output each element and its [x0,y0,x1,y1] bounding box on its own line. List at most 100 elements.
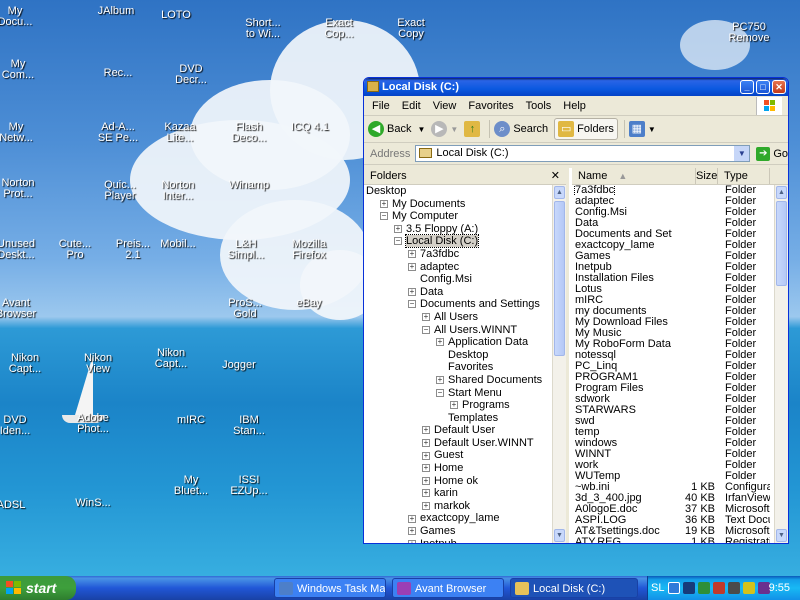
desktop-icon[interactable]: Kazaa Lite... [147,122,213,144]
language-indicator[interactable]: SL [651,576,664,600]
file-row[interactable]: Config.Msi Folder [572,207,774,218]
file-row[interactable]: Inetpub Folder [572,262,774,273]
desktop-icon[interactable]: ICQ 4.1 [277,122,343,133]
tree-item[interactable]: + Guest [364,449,552,462]
address-input[interactable]: Local Disk (C:) ▼ [415,145,751,162]
tree-item[interactable]: +7a3fdbc [364,248,552,261]
file-row[interactable]: My RoboForm Data Folder [572,339,774,350]
desktop-icon[interactable]: My Docu... [0,6,48,28]
tree-item[interactable]: Config.Msi [364,273,552,286]
tree-item[interactable]: − My Computer [364,210,552,223]
desktop-icon[interactable]: Exact Cop... [306,18,372,40]
scroll-down-icon[interactable]: ▼ [554,529,565,542]
start-button[interactable]: start [0,576,76,600]
desktop-icon[interactable]: Nikon View [65,353,131,375]
desktop-icon[interactable]: Adobe Phot... [60,413,126,435]
collapse-icon[interactable]: − [436,388,444,397]
expand-icon[interactable]: + [408,287,416,296]
expand-icon[interactable]: + [436,338,444,347]
file-row[interactable]: AT&Tsettings.doc 19 KB Microsoft W [572,526,774,537]
desktop-icon[interactable]: Avant Browser [0,298,49,320]
tree-item[interactable]: + karin [364,487,552,500]
file-row[interactable]: Games Folder [572,251,774,262]
tree-item[interactable]: + Shared Documents [364,374,552,387]
file-row[interactable]: Program Files Folder [572,383,774,394]
desktop-icon[interactable]: Exact Copy [378,18,444,40]
file-row[interactable]: mIRC Folder [572,295,774,306]
volume-icon[interactable] [728,582,740,594]
tree-item[interactable]: − Start Menu [364,387,552,400]
title-bar[interactable]: Local Disk (C:) _ □ ✕ [364,78,788,96]
collapse-icon[interactable]: − [380,212,388,221]
taskbar-button-local-disk[interactable]: Local Disk (C:) [510,578,638,598]
expand-icon[interactable]: + [422,313,430,322]
search-button[interactable]: ⌕ Search [494,121,548,137]
menu-help[interactable]: Help [563,100,586,112]
desktop-icon[interactable]: mIRC [158,415,224,426]
desktop-icon[interactable]: PC750 Remove [716,22,782,44]
file-row[interactable]: 3d_3_400.jpg 40 KB IrfanView JF [572,493,774,504]
tree-item[interactable]: Desktop [364,185,552,198]
desktop-icon[interactable]: Rec... [85,68,151,79]
desktop-icon[interactable]: Norton Prot... [0,178,51,200]
chevron-down-icon[interactable]: ▼ [417,125,425,134]
file-row[interactable]: Lotus Folder [572,284,774,295]
file-row[interactable]: STARWARS Folder [572,405,774,416]
tree-item[interactable]: +3.5 Floppy (A:) [364,223,552,236]
file-row[interactable]: swd Folder [572,416,774,427]
desktop-icon[interactable]: Nikon Capt... [138,348,204,370]
expand-icon[interactable]: + [408,514,416,523]
tree-item[interactable]: Templates [364,412,552,425]
expand-icon[interactable]: + [380,199,388,208]
file-row[interactable]: 7a3fdbc Folder [572,185,774,196]
file-row[interactable]: exactcopy_lame Folder [572,240,774,251]
file-row[interactable]: Documents and Settings Folder [572,229,774,240]
expand-icon[interactable]: + [422,451,430,460]
file-row[interactable]: work Folder [572,460,774,471]
tree-item[interactable]: + Programs [364,399,552,412]
desktop-icon[interactable]: ProS... Gold [212,298,278,320]
desktop-icon[interactable]: LOTO [143,10,209,21]
close-button[interactable]: ✕ [772,80,786,94]
network-icon[interactable] [668,582,680,594]
tree-item[interactable]: − Documents and Settings [364,298,552,311]
tree-item[interactable]: + All Users [364,311,552,324]
expand-icon[interactable]: + [422,426,430,435]
desktop-icon[interactable]: My Com... [0,59,51,81]
tree-item[interactable]: − All Users.WINNT [364,324,552,337]
tree-item[interactable]: + Home ok [364,475,552,488]
desktop-icon[interactable]: Flash Deco... [216,122,282,144]
collapse-icon[interactable]: − [394,237,402,246]
expand-icon[interactable]: + [408,250,416,259]
desktop-icon[interactable]: Norton Inter... [145,180,211,202]
expand-icon[interactable]: + [422,438,430,447]
folder-tree-scrollbar[interactable]: ▲ ▼ [552,185,566,543]
desktop-icon[interactable]: Cute... Pro [42,239,108,261]
minimize-button[interactable]: _ [740,80,754,94]
tree-item[interactable]: + Inetpub [364,538,552,543]
expand-icon[interactable]: + [408,262,416,271]
chevron-down-icon[interactable]: ▼ [734,146,750,161]
desktop-icon[interactable]: My Bluet... [158,475,224,497]
taskbar-button-task-manager[interactable]: Windows Task Mana... [274,578,386,598]
desktop-icon[interactable]: WinS... [60,498,126,509]
desktop-icon[interactable]: ISSI EZUp... [216,475,282,497]
views-button[interactable]: ▦ ▼ [628,121,656,137]
expand-icon[interactable]: + [422,476,430,485]
file-row[interactable]: adaptec Folder [572,196,774,207]
scroll-thumb[interactable] [554,201,565,356]
desktop-icon[interactable]: L&H Simpl... [213,239,279,261]
file-row[interactable]: Data Folder [572,218,774,229]
file-row[interactable]: temp Folder [572,427,774,438]
tree-item[interactable]: + Application Data [364,336,552,349]
tree-item[interactable]: Favorites [364,361,552,374]
tree-item[interactable]: + Games [364,525,552,538]
tree-item[interactable]: + Default User [364,424,552,437]
expand-icon[interactable]: + [422,464,430,473]
expand-icon[interactable]: + [422,501,430,510]
menu-view[interactable]: View [433,100,457,112]
back-button[interactable]: ◀ Back ▼ [368,121,425,137]
expand-icon[interactable]: + [450,401,458,410]
go-button[interactable]: ➔ Go [756,146,788,161]
file-row[interactable]: WUTemp Folder [572,471,774,482]
